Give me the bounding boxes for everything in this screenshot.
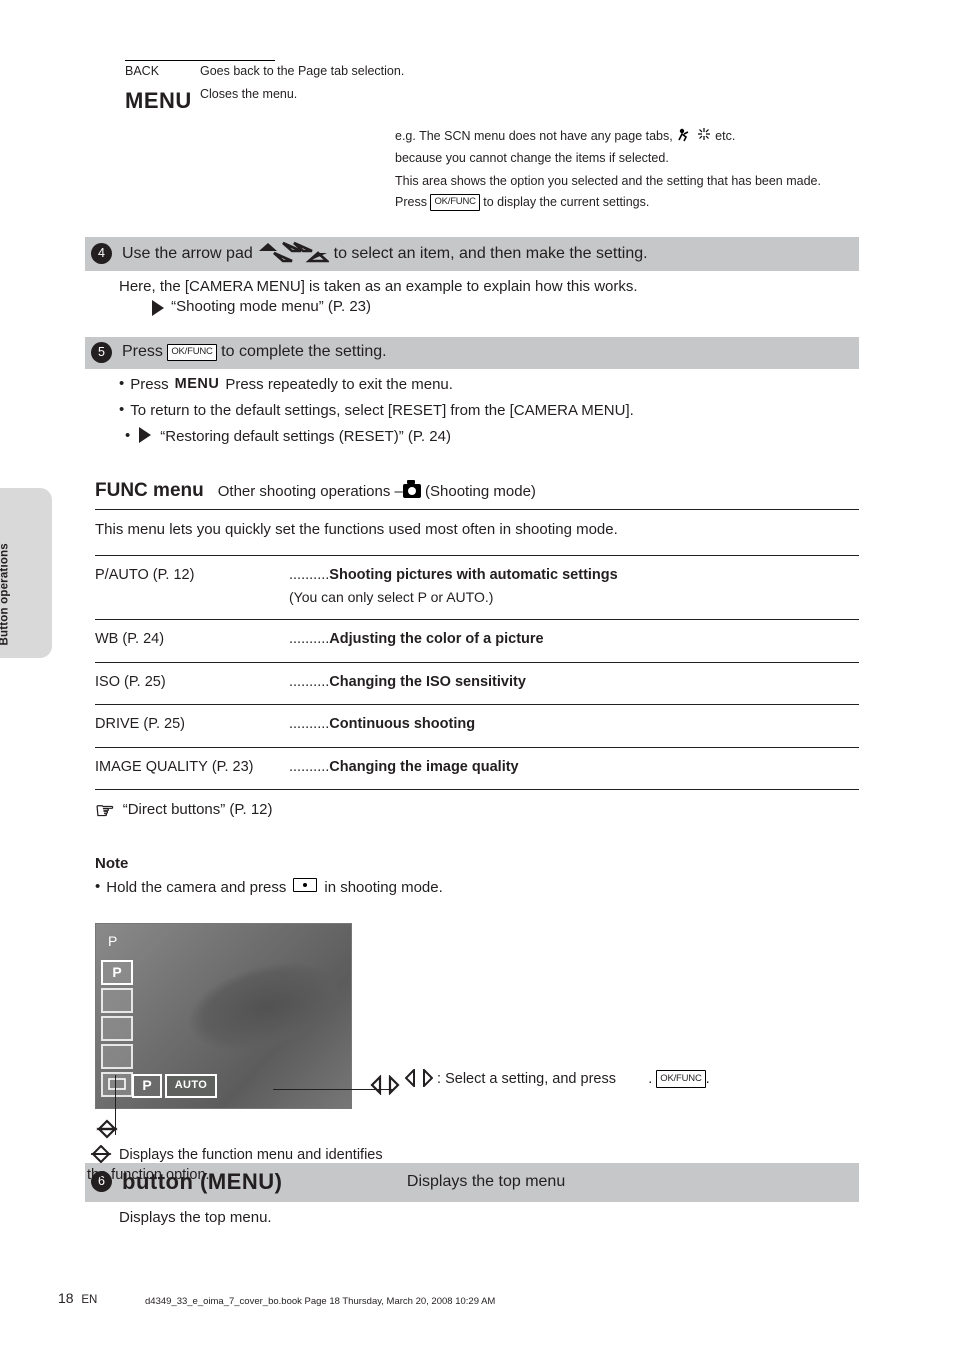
step-6-body: Displays the top menu.: [119, 1208, 859, 1228]
camera-icon: [403, 484, 421, 498]
top-hints: e.g. The SCN menu does not have any page…: [125, 126, 859, 218]
note-pre: Hold the camera and press: [106, 878, 286, 898]
rect-icon: [108, 1078, 126, 1090]
note-post: in shooting mode.: [324, 878, 442, 898]
section-divider: [95, 509, 859, 510]
right-label-text: : Select a setting, and press .: [437, 1071, 652, 1087]
func-row-2-label: ISO (P. 25): [95, 662, 285, 705]
funcmenu-heading: FUNC menu Other shooting operations – (S…: [95, 478, 859, 504]
step-4-text: Use the arrow pad to select an item, and…: [122, 241, 648, 265]
sidebar-item-1: [101, 988, 133, 1013]
note-title: Note: [95, 854, 859, 874]
right-arrow-icon: [149, 300, 167, 316]
func-row-4-label: IMAGE QUALITY (P. 23): [95, 747, 285, 790]
menu-label: MENU: [125, 86, 192, 116]
dot-icon: [293, 878, 317, 892]
func-row-3-label: DRIVE (P. 25): [95, 705, 285, 748]
funcmenu-sub: Other shooting operations – (Shooting mo…: [218, 482, 536, 502]
screenshot-block: P P P AUTO: [95, 923, 355, 1109]
func-table: P/AUTO (P. 12)..........Shooting picture…: [95, 555, 859, 791]
bottom-option: P AUTO: [132, 1074, 217, 1098]
step-5-b1-pre: Press: [130, 375, 168, 395]
side-tab: Button operations: [0, 488, 52, 658]
right-annotation: : Select a setting, and press . OK/FUNC.: [405, 1069, 775, 1090]
ud-arrows-annotation: [92, 1119, 122, 1139]
step-number-4: 4: [91, 243, 112, 264]
below-label-text: Displays the function menu and identifie…: [87, 1147, 383, 1183]
form-divider: [125, 60, 275, 61]
step-4-bar: 4 Use the arrow pad to select an item, a…: [85, 237, 859, 271]
hint-line2: because you cannot change the items if s…: [395, 150, 849, 167]
func-sidebar: P: [101, 960, 135, 1097]
step-4-ref: “Shooting mode menu” (P. 23): [171, 298, 371, 315]
hint-line4-pre: Press: [395, 195, 430, 209]
note-line: Hold the camera and press in shooting mo…: [95, 878, 859, 898]
step-6-sub: Displays the top menu: [407, 1173, 565, 1190]
step-4-body: Here, the [CAMERA MENU] is taken as an e…: [119, 277, 859, 318]
page-content: BACK Goes back to the Page tab selection…: [0, 0, 954, 1228]
camera-screenshot: P P P AUTO: [95, 923, 352, 1109]
back-label: BACK: [125, 64, 159, 78]
sidebar-item-P: P: [101, 960, 133, 985]
funcmenu-title: FUNC menu: [95, 478, 204, 504]
dolphin-illustration: [153, 945, 349, 1076]
back-row: BACK Goes back to the Page tab selection…: [125, 63, 859, 80]
ref-block: ☞ “Direct buttons” (P. 12): [95, 800, 859, 830]
footer-file-info: d4349_33_e_oima_7_cover_bo.book Page 18 …: [145, 1296, 858, 1309]
func-row-3-desc: ..........Continuous shooting: [285, 705, 859, 748]
up-down-arrows-icon: [92, 1119, 122, 1139]
func-row-1-desc: ..........Adjusting the color of a pictu…: [285, 620, 859, 663]
hint-line4-post: to display the current settings.: [480, 195, 650, 209]
pointing-hand-icon: ☞: [95, 796, 115, 826]
top-right-hints: e.g. The SCN menu does not have any page…: [395, 126, 849, 218]
sidebar-item-4: [101, 1072, 133, 1097]
step-5-text: Press OK/FUNC to complete the setting.: [122, 341, 387, 363]
step-number-5: 5: [91, 342, 112, 363]
ok-func-inline-2: OK/FUNC: [167, 344, 216, 361]
sidebar-item-3: [101, 1044, 133, 1069]
func-row-4-desc: ..........Changing the image quality: [285, 747, 859, 790]
step-4-desc: Here, the [CAMERA MENU] is taken as an e…: [119, 278, 638, 295]
left-right-arrows-icon: [370, 1075, 400, 1095]
step-5-bar: 5 Press OK/FUNC to complete the setting.: [85, 337, 859, 369]
sidebar-item-2: [101, 1016, 133, 1041]
step-5-bullet-2: To return to the default settings, selec…: [119, 401, 859, 421]
step-5-b2-text: To return to the default settings, selec…: [130, 401, 634, 421]
ok-func-inline-3: OK/FUNC: [656, 1070, 705, 1088]
page-lang: EN: [81, 1294, 97, 1306]
func-row-0-label: P/AUTO (P. 12): [95, 555, 285, 619]
ref-text: “Direct buttons” (P. 12): [123, 800, 273, 830]
back-hint: Goes back to the Page tab selection.: [200, 63, 404, 80]
bottom-chip-P: P: [132, 1074, 162, 1098]
menu-row: MENU Closes the menu.: [125, 86, 859, 116]
sport-icon: [676, 126, 692, 147]
side-tab-label: Button operations: [0, 544, 13, 646]
func-row-2-desc: ..........Changing the ISO sensitivity: [285, 662, 859, 705]
lr-icon-inline: [405, 1069, 433, 1087]
hint-line3: This area shows the option you selected …: [395, 173, 849, 190]
bottom-chip-auto: AUTO: [165, 1074, 217, 1098]
mode-indicator-P: P: [108, 932, 117, 951]
menu-hint: Closes the menu.: [200, 86, 297, 116]
hint-line1: e.g. The SCN menu does not have any page…: [395, 129, 673, 143]
step-5-bullet-1: Press MENUPress repeatedly to exit the m…: [119, 375, 859, 395]
step-5-bullet-3: “Restoring default settings (RESET)” (P.…: [125, 427, 859, 447]
below-annotation: Displays the function menu and identifie…: [87, 1145, 387, 1186]
fireworks-icon: [696, 126, 712, 147]
right-arrow-icon-small: [136, 427, 154, 443]
note-block: Note Hold the camera and press in shooti…: [95, 854, 859, 899]
func-row-0-desc: ..........Shooting pictures with automat…: [285, 555, 859, 619]
step-5-b1-post: Press repeatedly to exit the menu.: [225, 375, 453, 395]
ud-icon-inline: [87, 1145, 115, 1163]
step-5-b3-text: “Restoring default settings (RESET)” (P.…: [160, 427, 451, 447]
funcmenu-intro: This menu lets you quickly set the funct…: [95, 520, 859, 540]
arrow-pad-icon: [257, 241, 329, 263]
page-number: 18 EN: [58, 1289, 97, 1309]
lr-arrows-annotation: [370, 1075, 400, 1095]
menu-label-1: MENU: [175, 375, 220, 395]
func-row-1-label: WB (P. 24): [95, 620, 285, 663]
ok-func-inline-1: OK/FUNC: [430, 194, 479, 211]
